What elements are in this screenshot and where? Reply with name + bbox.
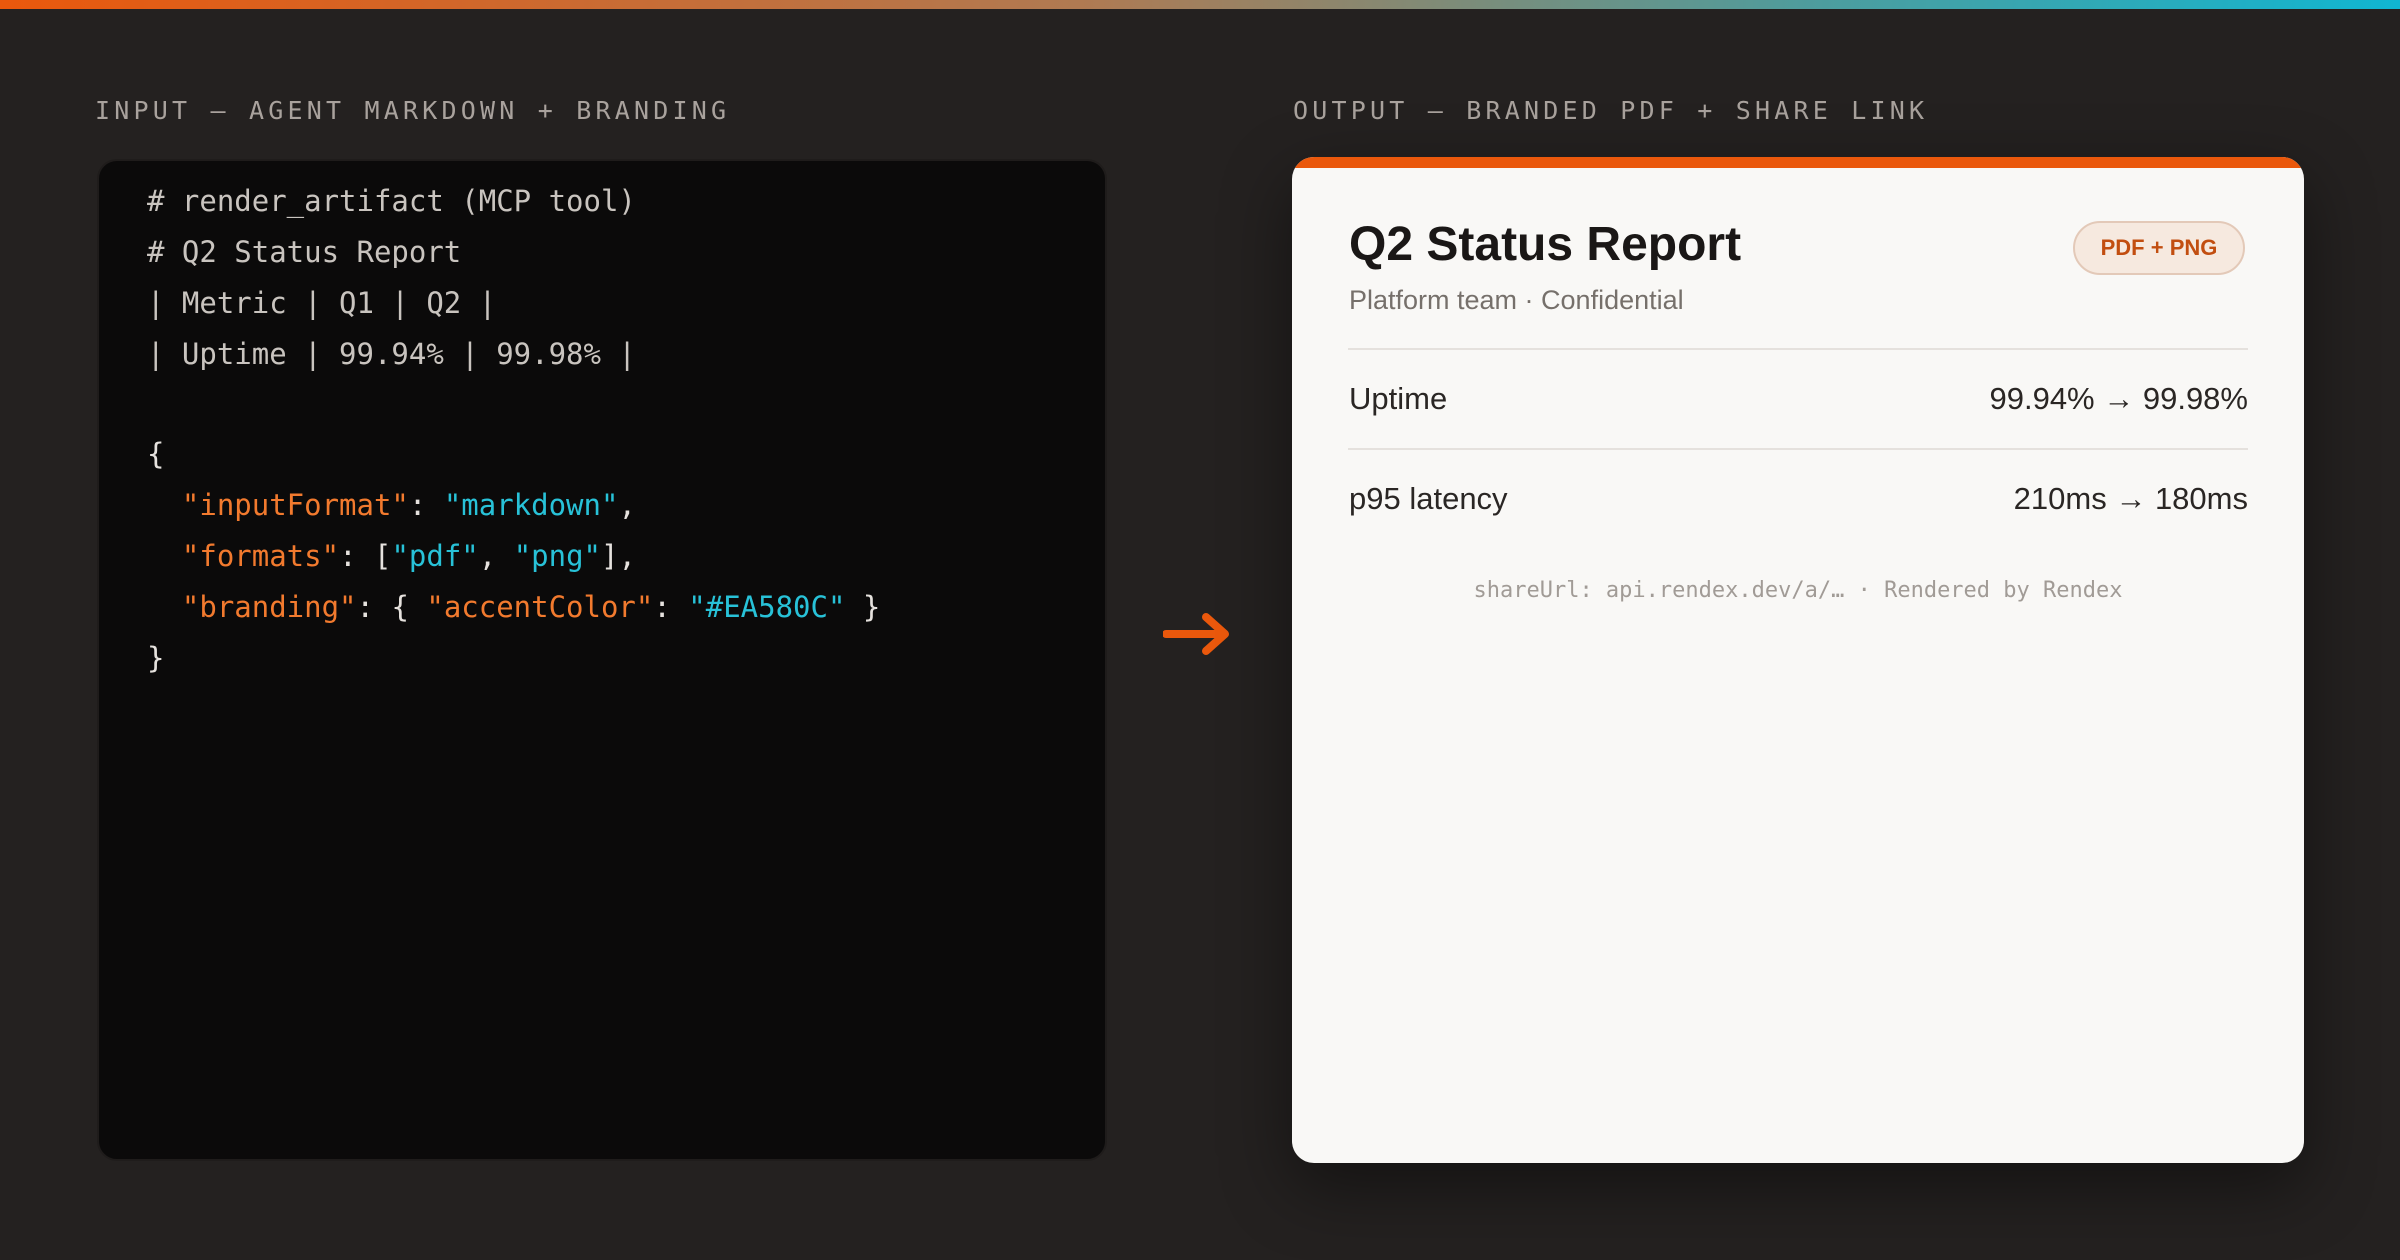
code-brace-open: { xyxy=(147,437,165,471)
code-formats-line: "formats": ["pdf", "png"], xyxy=(181,539,636,573)
metric-label: p95 latency xyxy=(1349,481,1508,516)
json-string: "#EA580C" xyxy=(688,590,846,624)
code-comment-line: # render_artifact (MCP tool) xyxy=(147,184,636,218)
gradient-top-bar xyxy=(0,0,2400,9)
input-section-label: INPUT — AGENT MARKDOWN + BRANDING xyxy=(95,96,731,125)
document-footer: shareUrl: api.rendex.dev/a/… · Rendered … xyxy=(1473,578,2123,603)
divider xyxy=(1348,348,2248,350)
arrow-right-icon xyxy=(1163,613,1229,655)
divider xyxy=(1348,448,2248,450)
output-section-label: OUTPUT — BRANDED PDF + SHARE LINK xyxy=(1293,96,1929,125)
metric-value: 210ms → 180ms xyxy=(2013,481,2248,516)
json-key: "inputFormat" xyxy=(181,488,409,522)
metric-value: 99.94% → 99.98% xyxy=(1989,381,2248,416)
rendered-document-card: Q2 Status Report PDF + PNG Platform team… xyxy=(1292,157,2304,1163)
json-string: "png" xyxy=(513,539,601,573)
code-branding-line: "branding": { "accentColor": "#EA580C" } xyxy=(181,590,881,624)
code-table-row-line: | Uptime | 99.94% | 99.98% | xyxy=(147,337,636,371)
code-brace-close: } xyxy=(147,641,165,675)
document-subtitle: Platform team · Confidential xyxy=(1349,285,1684,315)
code-table-header-line: | Metric | Q1 | Q2 | xyxy=(147,286,497,320)
code-panel: # render_artifact (MCP tool) # Q2 Status… xyxy=(97,159,1107,1161)
document-title: Q2 Status Report xyxy=(1349,218,1742,271)
code-comment-line: # Q2 Status Report xyxy=(147,235,462,269)
json-string: "pdf" xyxy=(391,539,479,573)
metric-label: Uptime xyxy=(1349,381,1448,416)
json-string: "markdown" xyxy=(443,488,619,522)
json-key: "branding" xyxy=(181,590,357,624)
json-key: "formats" xyxy=(181,539,340,573)
json-key: "accentColor" xyxy=(426,590,654,624)
document-accent-bar xyxy=(1292,157,2304,168)
code-input-format-line: "inputFormat": "markdown", xyxy=(181,488,636,522)
format-badge: PDF + PNG xyxy=(2073,221,2245,275)
